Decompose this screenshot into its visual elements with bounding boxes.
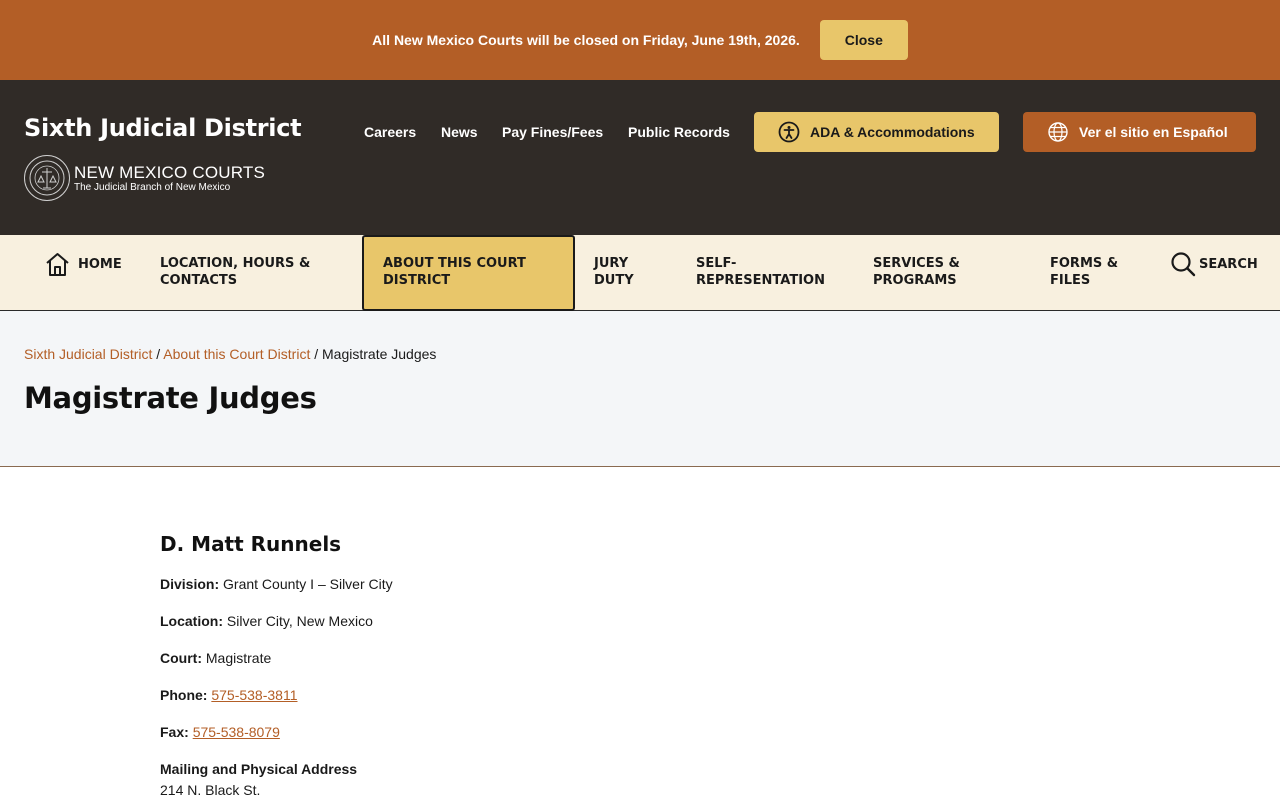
careers-link[interactable]: Careers [364, 124, 416, 140]
judge-profile: D. Matt Runnels Division: Grant County I… [160, 532, 1060, 799]
spanish-site-button[interactable]: Ver el sitio en Español [1023, 112, 1256, 152]
court-label: Court: [160, 650, 202, 666]
division-label: Division: [160, 576, 220, 592]
page-header: Sixth Judicial District / About this Cou… [0, 311, 1280, 467]
breadcrumb: Sixth Judicial District / About this Cou… [24, 346, 436, 362]
ada-label: ADA & Accommodations [810, 124, 975, 140]
address-heading: Mailing and Physical Address [160, 761, 358, 777]
nav-item-forms[interactable]: FORMS & FILES [1050, 255, 1118, 289]
logo-name: NEW MEXICO COURTS [74, 162, 266, 182]
public-records-link[interactable]: Public Records [628, 124, 730, 140]
nav-about-line2: DISTRICT [383, 273, 451, 288]
news-link[interactable]: News [441, 124, 478, 140]
fax-link[interactable]: 575-538-8079 [193, 724, 280, 740]
judge-name: D. Matt Runnels [160, 532, 342, 556]
site-title[interactable]: Sixth Judicial District [24, 114, 302, 142]
nav-item-services[interactable]: SERVICES & PROGRAMS [873, 255, 960, 289]
globe-icon [1047, 121, 1069, 143]
phone-link[interactable]: 575-538-3811 [211, 687, 297, 703]
breadcrumb-home-link[interactable]: Sixth Judicial District [24, 346, 152, 362]
nav-forms-line2: FILES [1050, 273, 1091, 288]
spanish-label: Ver el sitio en Español [1079, 124, 1228, 140]
page-title: Magistrate Judges [24, 381, 317, 415]
nav-self-rep-line1: SELF- [696, 256, 737, 271]
nav-jury-line2: DUTY [594, 273, 634, 288]
nav-item-search[interactable]: SEARCH [1199, 256, 1258, 273]
logo-subtitle: The Judicial Branch of New Mexico [74, 181, 231, 193]
address-line: 214 N. Black St. [160, 782, 261, 798]
nav-item-jury[interactable]: JURY DUTY [594, 255, 634, 289]
nav-item-self-representation[interactable]: SELF- REPRESENTATION [696, 255, 825, 289]
home-icon[interactable] [44, 251, 71, 282]
nav-location-line2: CONTACTS [160, 273, 238, 288]
main-nav: HOME LOCATION, HOURS & CONTACTS ABOUT TH… [0, 235, 1280, 311]
division-field: Division: Grant County I – Silver City [160, 576, 1060, 593]
nav-item-about[interactable]: ABOUT THIS COURT DISTRICT [383, 255, 526, 289]
nm-courts-logo[interactable]: NEW MEXICO COURTS The Judicial Branch of… [24, 155, 265, 201]
breadcrumb-parent-link[interactable]: About this Court District [163, 346, 310, 362]
phone-field: Phone: 575-538-3811 [160, 687, 1060, 704]
fax-field: Fax: 575-538-8079 [160, 724, 1060, 741]
location-field: Location: Silver City, New Mexico [160, 613, 1060, 630]
nav-item-home[interactable]: HOME [78, 256, 122, 273]
court-field: Court: Magistrate [160, 650, 1060, 667]
breadcrumb-current: Magistrate Judges [322, 346, 437, 362]
pay-fines-link[interactable]: Pay Fines/Fees [502, 124, 603, 140]
court-value: Magistrate [205, 650, 272, 666]
fax-label: Fax: [160, 724, 189, 740]
nav-services-line1: SERVICES & [873, 256, 960, 271]
nav-item-location[interactable]: LOCATION, HOURS & CONTACTS [160, 255, 310, 289]
division-value: Grant County I – Silver City [223, 576, 393, 592]
search-icon[interactable] [1170, 251, 1196, 282]
phone-label: Phone: [160, 687, 208, 703]
nav-forms-line1: FORMS & [1050, 256, 1119, 271]
site-header: Sixth Judicial District NEW MEXICO COURT… [0, 80, 1280, 235]
accessibility-icon [778, 121, 800, 143]
alert-banner: All New Mexico Courts will be closed on … [0, 0, 1280, 80]
nav-self-rep-line2: REPRESENTATION [696, 273, 825, 288]
court-seal-icon [24, 155, 70, 201]
location-value: Silver City, New Mexico [226, 613, 373, 629]
nav-jury-line1: JURY [594, 256, 629, 271]
ada-accommodations-button[interactable]: ADA & Accommodations [754, 112, 999, 152]
breadcrumb-separator: / [314, 346, 323, 362]
nav-services-line2: PROGRAMS [873, 273, 957, 288]
nav-about-line1: ABOUT THIS COURT [383, 256, 526, 271]
alert-message: All New Mexico Courts will be closed on … [372, 32, 800, 48]
location-label: Location: [160, 613, 223, 629]
nav-location-line1: LOCATION, HOURS & [160, 256, 311, 271]
close-alert-button[interactable]: Close [819, 20, 908, 60]
